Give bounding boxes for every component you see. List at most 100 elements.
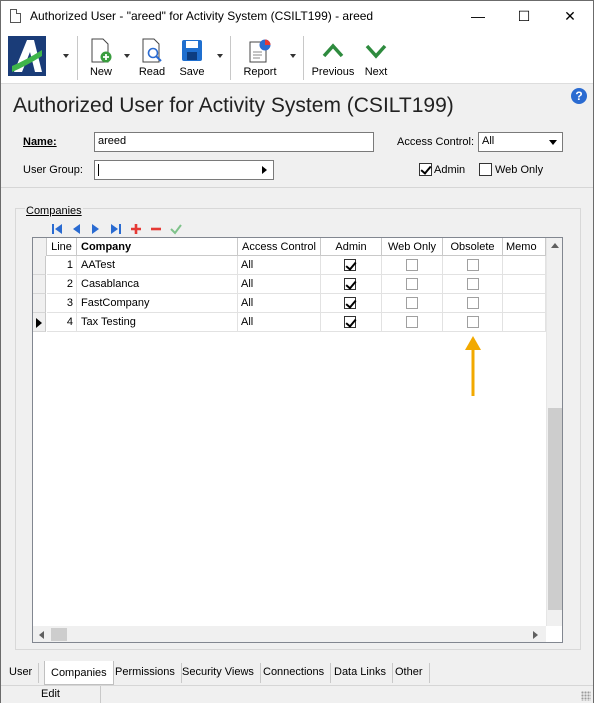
cell-obsolete[interactable] <box>443 275 503 294</box>
cell-web-only[interactable] <box>382 275 443 294</box>
column-header-admin[interactable]: Admin <box>321 238 382 256</box>
cell-obsolete[interactable] <box>443 294 503 313</box>
scroll-up-icon[interactable] <box>551 243 559 248</box>
column-header-company[interactable]: Company <box>77 238 238 256</box>
row-indicator[interactable] <box>33 256 46 275</box>
admin-row-checkbox[interactable] <box>344 259 356 271</box>
last-record-icon[interactable] <box>109 222 123 236</box>
row-indicator[interactable] <box>33 294 46 313</box>
tab-user[interactable]: User <box>3 663 40 683</box>
add-row-icon[interactable] <box>129 222 143 236</box>
minimize-button[interactable]: — <box>455 1 501 32</box>
cell-line[interactable]: 4 <box>47 313 77 332</box>
previous-button[interactable]: Previous <box>309 36 357 80</box>
cell-admin[interactable] <box>321 275 382 294</box>
name-field[interactable]: areed <box>94 132 374 152</box>
first-record-icon[interactable] <box>50 222 64 236</box>
companies-group-title: Companies <box>25 205 83 217</box>
admin-checkbox[interactable] <box>419 163 432 176</box>
tab-data-links[interactable]: Data Links <box>328 663 393 683</box>
cell-company[interactable]: Tax Testing <box>77 313 238 332</box>
table-row[interactable]: 2 Casablanca All <box>33 275 546 294</box>
cell-company[interactable]: AATest <box>77 256 238 275</box>
cell-web-only[interactable] <box>382 256 443 275</box>
cell-memo[interactable] <box>503 275 546 294</box>
cell-web-only[interactable] <box>382 294 443 313</box>
read-button[interactable]: Read <box>135 36 169 80</box>
cell-web-only[interactable] <box>382 313 443 332</box>
vertical-scroll-thumb[interactable] <box>548 408 562 610</box>
cell-admin[interactable] <box>321 294 382 313</box>
scroll-right-icon[interactable] <box>533 631 538 639</box>
maximize-button[interactable]: ☐ <box>501 1 547 32</box>
admin-row-checkbox[interactable] <box>344 297 356 309</box>
next-button[interactable]: Next <box>359 36 393 80</box>
column-header-web-only[interactable]: Web Only <box>382 238 443 256</box>
report-button[interactable]: Report <box>237 36 283 80</box>
tab-other[interactable]: Other <box>389 663 430 683</box>
cell-line[interactable]: 1 <box>47 256 77 275</box>
user-group-field[interactable] <box>94 160 274 180</box>
cell-access-control[interactable]: All <box>238 294 321 313</box>
admin-row-checkbox[interactable] <box>344 316 356 328</box>
next-record-icon[interactable] <box>89 222 103 236</box>
admin-row-checkbox[interactable] <box>344 278 356 290</box>
cell-memo[interactable] <box>503 294 546 313</box>
close-button[interactable]: ✕ <box>547 1 593 32</box>
resize-grip-icon[interactable] <box>581 691 591 701</box>
scroll-left-icon[interactable] <box>39 631 44 639</box>
table-row[interactable]: 1 AATest All <box>33 256 546 275</box>
cell-line[interactable]: 3 <box>47 294 77 313</box>
tab-companies[interactable]: Companies <box>44 661 114 685</box>
web-only-row-checkbox[interactable] <box>406 259 418 271</box>
column-header-line[interactable]: Line <box>47 238 77 256</box>
row-indicator[interactable] <box>33 275 46 294</box>
cell-access-control[interactable]: All <box>238 256 321 275</box>
app-logo-button[interactable] <box>7 36 47 80</box>
confirm-check-icon[interactable] <box>169 222 183 236</box>
previous-record-icon[interactable] <box>69 222 83 236</box>
column-header-obsolete[interactable]: Obsolete <box>443 238 503 256</box>
cell-access-control[interactable]: All <box>238 275 321 294</box>
column-header-access-control[interactable]: Access Control <box>238 238 321 256</box>
cell-admin[interactable] <box>321 256 382 275</box>
cell-company[interactable]: FastCompany <box>77 294 238 313</box>
save-button[interactable]: Save <box>175 36 209 80</box>
row-indicator-header <box>33 238 47 256</box>
tab-permissions[interactable]: Permissions <box>109 663 182 683</box>
new-dropdown-arrow[interactable] <box>124 54 130 58</box>
logo-dropdown-arrow[interactable] <box>63 54 69 58</box>
obsolete-row-checkbox[interactable] <box>467 259 479 271</box>
obsolete-row-checkbox[interactable] <box>467 278 479 290</box>
obsolete-row-checkbox[interactable] <box>467 297 479 309</box>
cell-memo[interactable] <box>503 313 546 332</box>
access-control-select[interactable]: All <box>478 132 563 152</box>
cell-company[interactable]: Casablanca <box>77 275 238 294</box>
chevron-up-icon <box>322 43 344 58</box>
cell-obsolete[interactable] <box>443 256 503 275</box>
web-only-checkbox[interactable] <box>479 163 492 176</box>
report-dropdown-arrow[interactable] <box>290 54 296 58</box>
cell-obsolete[interactable] <box>443 313 503 332</box>
row-indicator[interactable] <box>33 313 46 332</box>
column-header-memo[interactable]: Memo <box>503 238 546 256</box>
table-row[interactable]: 4 Tax Testing All <box>33 313 546 332</box>
web-only-row-checkbox[interactable] <box>406 278 418 290</box>
horizontal-scroll-thumb[interactable] <box>51 628 67 641</box>
web-only-row-checkbox[interactable] <box>406 297 418 309</box>
tab-security-views[interactable]: Security Views <box>176 663 261 683</box>
horizontal-scrollbar[interactable] <box>33 626 546 642</box>
tab-connections[interactable]: Connections <box>257 663 332 683</box>
web-only-row-checkbox[interactable] <box>406 316 418 328</box>
new-button[interactable]: New <box>85 36 117 80</box>
delete-row-icon[interactable] <box>149 222 163 236</box>
cell-admin[interactable] <box>321 313 382 332</box>
obsolete-row-checkbox[interactable] <box>467 316 479 328</box>
help-icon[interactable]: ? <box>571 88 587 104</box>
cell-line[interactable]: 2 <box>47 275 77 294</box>
save-dropdown-arrow[interactable] <box>217 54 223 58</box>
table-row[interactable]: 3 FastCompany All <box>33 294 546 313</box>
vertical-scrollbar[interactable] <box>546 238 562 626</box>
cell-access-control[interactable]: All <box>238 313 321 332</box>
cell-memo[interactable] <box>503 256 546 275</box>
